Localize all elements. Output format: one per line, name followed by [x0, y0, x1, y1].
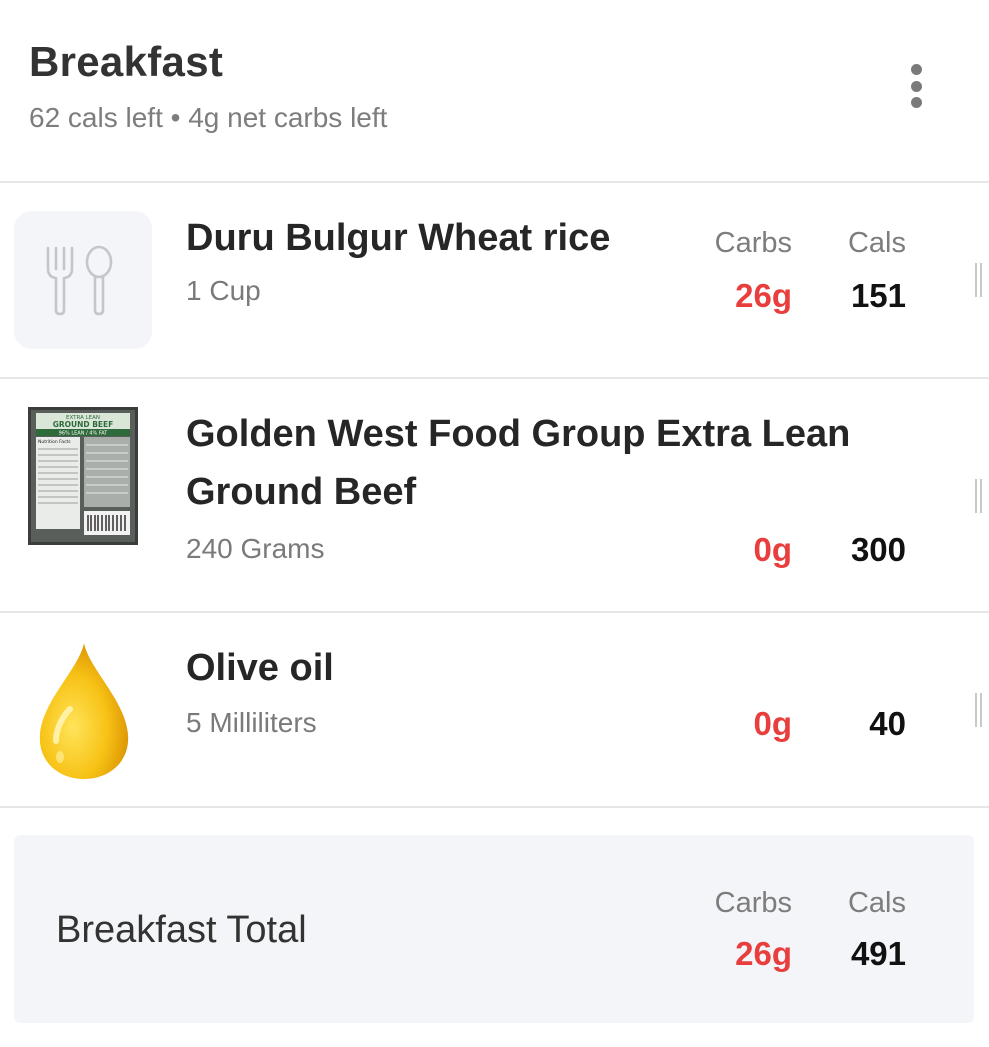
divider [0, 806, 989, 808]
carbs-column-label: Carbs [714, 887, 792, 919]
food-serving: 240 Grams [186, 533, 325, 564]
food-carbs-value: 26g [735, 277, 792, 314]
drag-handle-icon[interactable] [975, 693, 983, 727]
food-cals-value: 300 [850, 531, 906, 568]
oil-drop-icon [39, 643, 129, 779]
food-carbs-value: 0g [753, 705, 792, 742]
food-cals-value: 40 [869, 705, 906, 742]
more-options-dot [910, 80, 922, 92]
food-name: Golden West Food Group Extra Lean Ground… [186, 413, 851, 513]
cals-column-label: Cals [847, 227, 906, 259]
meal-card: Breakfast 62 cals left • 4g net carbs le… [0, 0, 989, 1047]
food-item-row[interactable]: EXTRA LEAN GROUND BEEF 96% LEAN / 4% FAT… [0, 379, 989, 611]
package-text: 96% LEAN / 4% FAT [59, 431, 109, 437]
fork-spoon-icon [46, 245, 113, 316]
more-options-icon [910, 64, 922, 75]
package-text: Nutrition Facts [38, 439, 71, 445]
drag-handle-icon[interactable] [975, 263, 983, 297]
food-thumbnail [34, 639, 134, 781]
total-carbs-value: 26g [735, 935, 792, 972]
food-cals-value: 151 [850, 277, 906, 314]
food-serving: 1 Cup [186, 275, 261, 306]
food-item-row[interactable]: Olive oil 5 Milliliters 0g 40 [0, 613, 989, 806]
meal-total-label: Breakfast Total [56, 909, 307, 951]
carbs-column-label: Carbs [714, 227, 792, 259]
meal-total-panel: Breakfast Total Carbs Cals 26g 491 [14, 835, 974, 1023]
food-thumbnail [14, 211, 152, 349]
food-carbs-value: 0g [753, 531, 792, 568]
more-options-button[interactable] [896, 58, 936, 114]
food-name: Olive oil [186, 647, 334, 689]
more-options-dot [910, 97, 922, 108]
total-cals-value: 491 [850, 935, 906, 972]
drag-handle-icon[interactable] [975, 479, 983, 513]
food-thumbnail: EXTRA LEAN GROUND BEEF 96% LEAN / 4% FAT… [28, 407, 138, 545]
ground-beef-package-image: EXTRA LEAN GROUND BEEF 96% LEAN / 4% FAT… [28, 407, 138, 545]
meal-header: Breakfast 62 cals left • 4g net carbs le… [0, 0, 989, 182]
food-serving: 5 Milliliters [186, 707, 317, 738]
package-text: GROUND BEEF [53, 420, 114, 429]
meal-title: Breakfast [29, 38, 224, 85]
food-item-row[interactable]: Duru Bulgur Wheat rice 1 Cup Carbs Cals … [0, 183, 989, 377]
meal-remaining-summary: 62 cals left • 4g net carbs left [29, 102, 388, 133]
cals-column-label: Cals [847, 887, 906, 919]
